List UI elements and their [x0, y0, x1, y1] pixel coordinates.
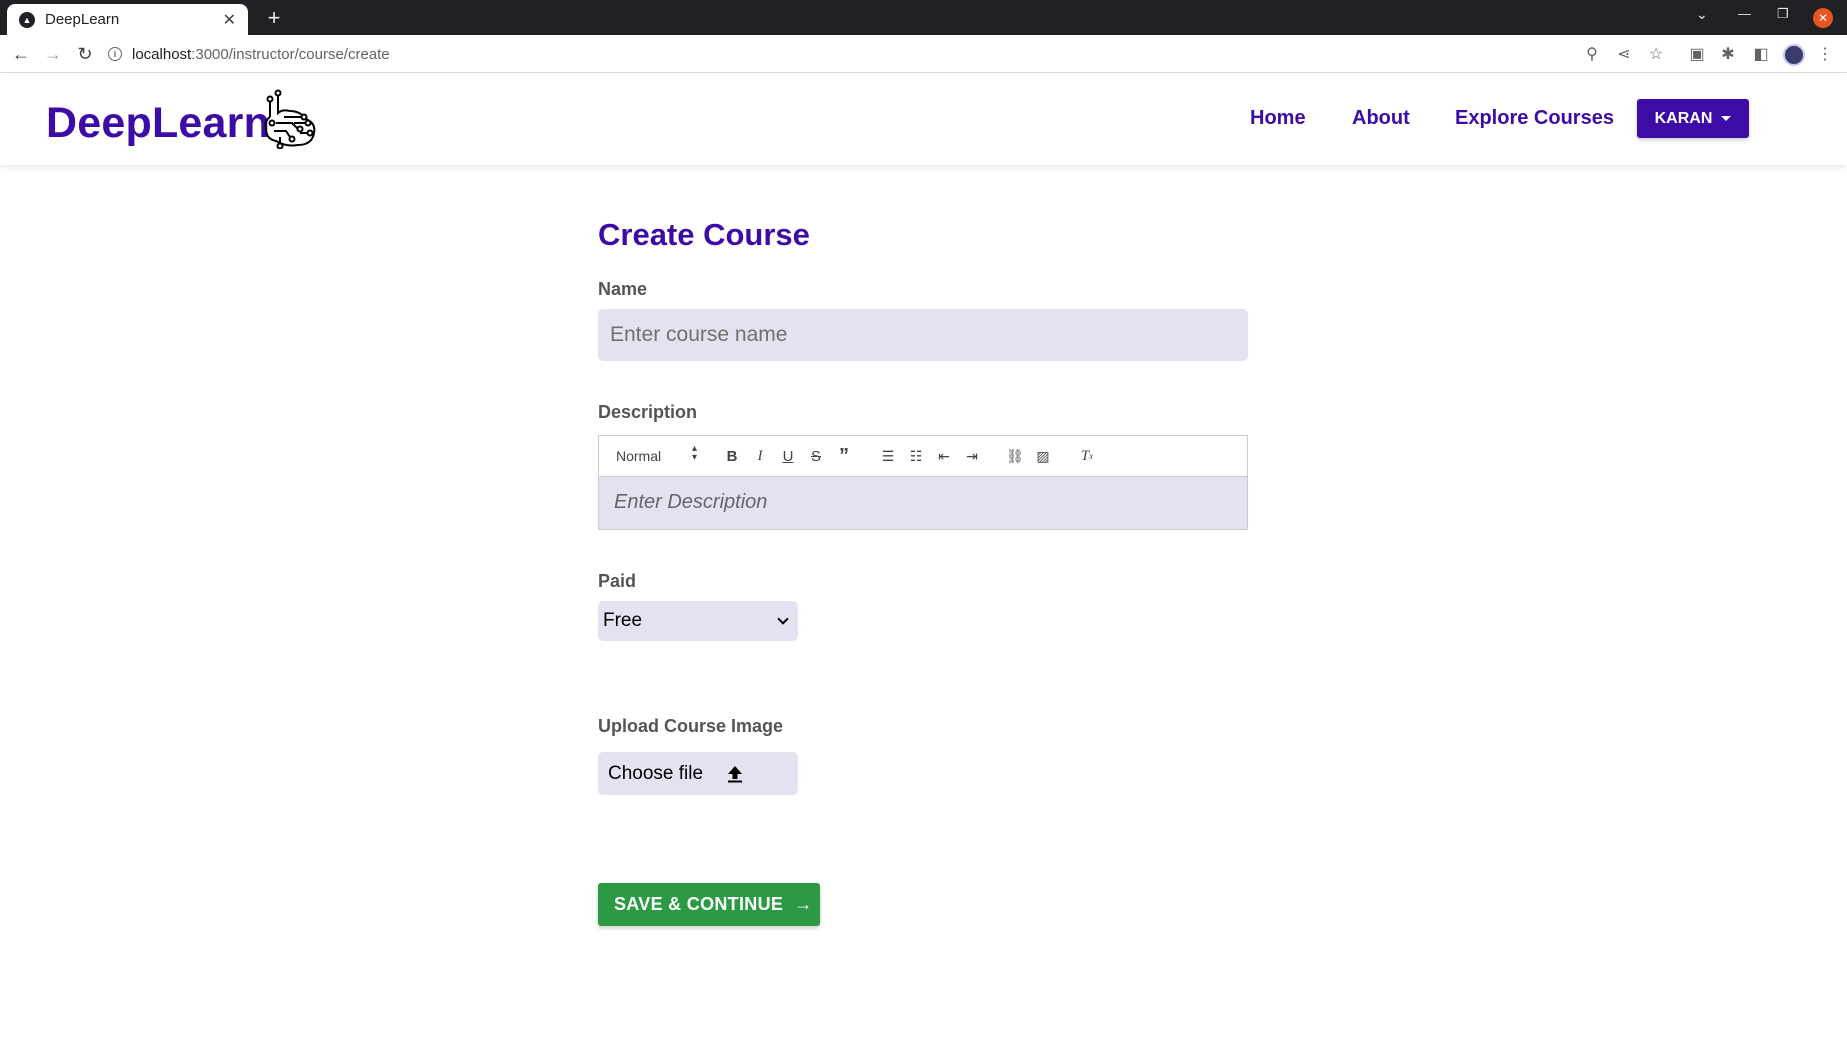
url-host: localhost — [132, 45, 192, 63]
user-menu-button[interactable]: KARAN — [1637, 99, 1749, 138]
nav-about[interactable]: About — [1352, 107, 1410, 130]
save-continue-button[interactable]: SAVE & CONTINUE → — [598, 883, 820, 926]
clean-format-icon[interactable]: Tx — [1078, 447, 1096, 465]
reload-icon[interactable]: ↻ — [74, 43, 96, 65]
bookmark-star-icon[interactable]: ☆ — [1646, 44, 1666, 64]
window-close-icon[interactable]: ✕ — [1813, 8, 1833, 28]
tab-search-icon[interactable]: ⌄ — [1696, 6, 1708, 23]
browser-menu-icon[interactable]: ⋮ — [1815, 44, 1835, 64]
caret-down-icon — [1721, 116, 1732, 121]
underline-icon[interactable]: U — [779, 447, 797, 465]
restore-icon[interactable]: ❐ — [1777, 6, 1789, 22]
bullet-list-icon[interactable]: ☷ — [907, 447, 925, 465]
choose-file-button[interactable]: Choose file — [598, 752, 798, 795]
new-tab-button[interactable]: + — [260, 4, 288, 32]
upload-icon — [728, 765, 743, 782]
description-editor: Normal ▴ ▾ B I U S ” ☰ ☷ ⇤ ⇥ ⛓ ▨ Tx Enter… — [598, 435, 1248, 530]
heading-select-arrows-icon: ▴ ▾ — [692, 443, 698, 463]
circuit-brain-logo-icon — [264, 89, 316, 149]
description-editor-body[interactable]: Enter Description — [599, 477, 1247, 529]
zoom-icon[interactable]: ⚲ — [1582, 44, 1602, 64]
blockquote-icon[interactable]: ” — [835, 445, 853, 467]
italic-icon[interactable]: I — [751, 447, 769, 465]
url-path: :3000/instructor/course/create — [191, 45, 390, 63]
paid-select-value: Free — [603, 610, 643, 631]
address-bar[interactable]: i localhost:3000/instructor/course/creat… — [108, 39, 1608, 69]
browser-toolbar: ← → ↻ i localhost:3000/instructor/course… — [0, 35, 1847, 73]
nav-home[interactable]: Home — [1250, 107, 1306, 130]
course-name-input[interactable] — [598, 309, 1248, 361]
upload-image-label: Upload Course Image — [598, 716, 784, 736]
browser-tab[interactable]: ▲ DeepLearn ✕ — [7, 4, 248, 35]
image-icon[interactable]: ▨ — [1034, 447, 1052, 465]
site-info-icon[interactable]: i — [108, 47, 122, 61]
link-icon[interactable]: ⛓ — [1006, 447, 1024, 465]
arrow-right-icon: → — [794, 894, 813, 914]
bold-icon[interactable]: B — [723, 447, 741, 465]
editor-toolbar: Normal ▴ ▾ B I U S ” ☰ ☷ ⇤ ⇥ ⛓ ▨ Tx — [599, 436, 1247, 477]
back-icon[interactable]: ← — [10, 43, 32, 65]
save-continue-label: SAVE & CONTINUE — [614, 894, 784, 914]
browser-tabstrip: ▲ DeepLearn ✕ + ⌄ — ❐ ✕ — [0, 0, 1847, 35]
site-header: DeepLearn Home About Explore Courses KAR… — [0, 73, 1847, 165]
share-icon[interactable]: ⋖ — [1614, 44, 1634, 64]
user-menu-label: KARAN — [1654, 109, 1713, 127]
heading-select[interactable]: Normal — [616, 448, 661, 464]
description-label: Description — [598, 402, 698, 422]
side-panel-icon[interactable]: ◧ — [1751, 44, 1771, 64]
paid-label: Paid — [598, 571, 637, 591]
ordered-list-icon[interactable]: ☰ — [879, 447, 897, 465]
tab-title: DeepLearn — [45, 11, 120, 28]
outdent-icon[interactable]: ⇤ — [935, 447, 953, 465]
choose-file-label: Choose file — [608, 762, 704, 784]
tab-close-icon[interactable]: ✕ — [223, 10, 236, 30]
nav-explore-courses[interactable]: Explore Courses — [1455, 107, 1614, 130]
strike-icon[interactable]: S — [807, 447, 825, 465]
page-title: Create Course — [598, 217, 810, 252]
site-favicon-icon: ▲ — [19, 11, 35, 28]
site-logo[interactable]: DeepLearn — [46, 99, 270, 148]
minimize-icon[interactable]: — — [1738, 6, 1751, 21]
extension-badge-icon[interactable]: ▣ — [1687, 44, 1707, 64]
indent-icon[interactable]: ⇥ — [963, 447, 981, 465]
profile-avatar[interactable] — [1783, 44, 1805, 66]
extensions-puzzle-icon[interactable]: ✱ — [1718, 44, 1738, 64]
chevron-down-icon — [777, 613, 789, 625]
name-label: Name — [598, 279, 648, 299]
forward-icon[interactable]: → — [42, 43, 64, 65]
paid-select[interactable]: Free — [598, 601, 798, 641]
